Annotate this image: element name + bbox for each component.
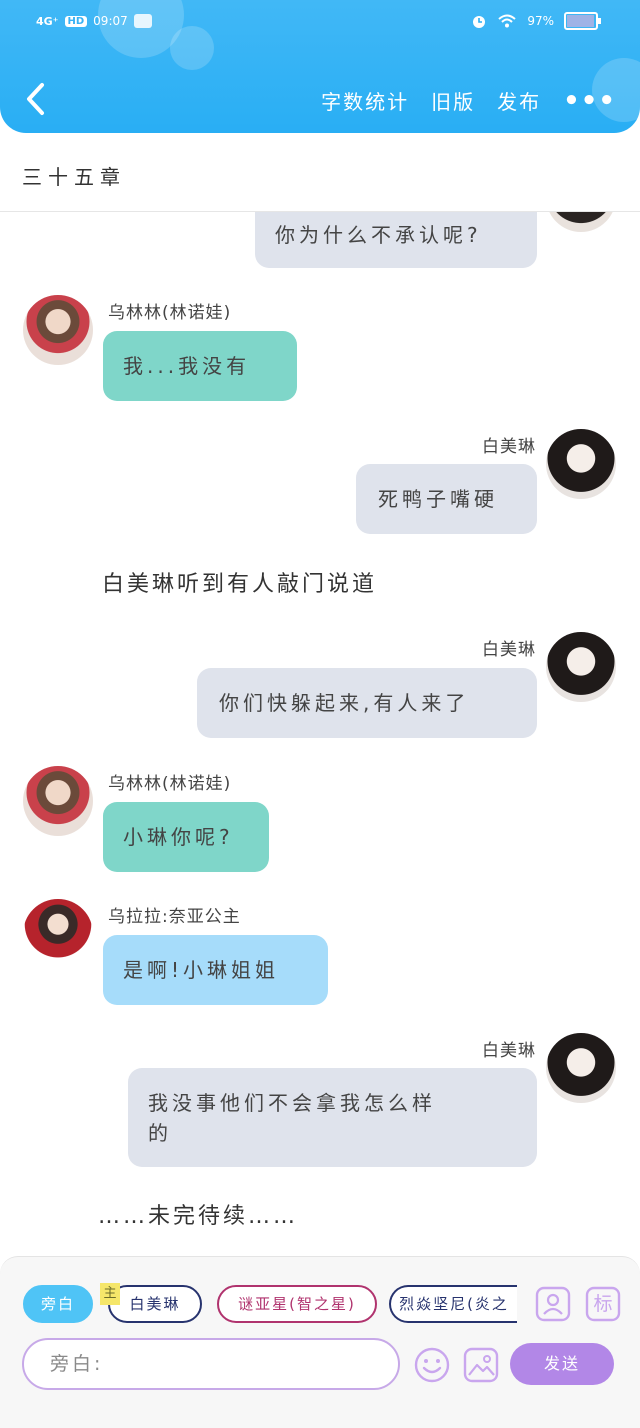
speaker-name: 白美琳 bbox=[482, 437, 536, 457]
image-button[interactable] bbox=[463, 1347, 499, 1383]
chat-bubble[interactable]: 小琳你呢? bbox=[103, 802, 269, 872]
top-app-bar: 4G⁺ HD 09:07 97% 字数统计 旧版 发布 ••• bbox=[0, 0, 640, 133]
avatar[interactable] bbox=[23, 295, 93, 365]
mark-button[interactable]: 标 bbox=[585, 1286, 621, 1322]
person-card-icon bbox=[535, 1286, 571, 1322]
speaker-name: 白美琳 bbox=[482, 640, 536, 660]
role-chip[interactable]: 谜亚星(智之星) bbox=[217, 1285, 377, 1323]
avatar[interactable] bbox=[546, 212, 616, 232]
status-bar: 4G⁺ HD 09:07 97% bbox=[0, 0, 640, 50]
publish-button[interactable]: 发布 bbox=[497, 86, 541, 115]
chat-bubble-line: 的 bbox=[148, 1121, 172, 1145]
message-input[interactable] bbox=[24, 1340, 398, 1388]
chat-bubble[interactable]: 是啊!小琳姐姐 bbox=[103, 935, 328, 1005]
battery-level bbox=[567, 15, 595, 27]
chat-bubble[interactable]: 你为什么不承认呢? bbox=[255, 212, 537, 268]
message-input-box[interactable] bbox=[22, 1338, 400, 1390]
avatar[interactable] bbox=[546, 429, 616, 499]
back-button[interactable] bbox=[22, 82, 52, 116]
chat-bubble[interactable]: 我没事他们不会拿我怎么样 的 bbox=[128, 1068, 537, 1167]
avatar[interactable] bbox=[546, 1033, 616, 1103]
chat-area[interactable]: 你为什么不承认呢? 乌林林(林诺娃) 我...我没有 白美琳 死鸭子嘴硬 白美琳… bbox=[0, 212, 640, 1256]
narration-text[interactable]: 白美琳听到有人敲门说道 bbox=[102, 566, 377, 598]
chat-bubble[interactable]: 我...我没有 bbox=[103, 331, 297, 401]
chevron-left-icon bbox=[27, 83, 44, 115]
speaker-name: 白美琳 bbox=[482, 1041, 536, 1061]
mark-label: 标 bbox=[593, 1293, 613, 1315]
main-character-tag: 主 bbox=[100, 1283, 120, 1305]
character-manage-button[interactable] bbox=[535, 1286, 571, 1322]
alarm-icon bbox=[473, 16, 486, 28]
image-icon bbox=[463, 1347, 499, 1383]
battery-percent: 97% bbox=[527, 14, 554, 28]
header-actions: 字数统计 旧版 发布 ••• bbox=[299, 86, 616, 115]
smile-icon bbox=[414, 1347, 450, 1383]
avatar[interactable] bbox=[546, 632, 616, 702]
chat-bubble[interactable]: 你们快躲起来,有人来了 bbox=[197, 668, 537, 738]
signal-indicator: 4G⁺ bbox=[36, 14, 59, 28]
avatar[interactable] bbox=[23, 766, 93, 836]
speaker-name: 乌拉拉:奈亚公主 bbox=[108, 907, 241, 927]
narration-text[interactable]: ……未完待续…… bbox=[98, 1198, 298, 1230]
battery-icon bbox=[564, 12, 601, 30]
clock: 09:07 bbox=[93, 14, 128, 28]
emoji-button[interactable] bbox=[413, 1346, 451, 1384]
chapter-bar: 三十五章 bbox=[0, 133, 640, 212]
avatar[interactable] bbox=[23, 899, 93, 969]
more-menu-button[interactable]: ••• bbox=[563, 88, 616, 114]
speaker-name: 乌林林(林诺娃) bbox=[108, 774, 232, 794]
role-chip-narrator[interactable]: 旁白 bbox=[23, 1285, 93, 1323]
speaker-name: 乌林林(林诺娃) bbox=[108, 303, 232, 323]
word-count-button[interactable]: 字数统计 bbox=[321, 86, 409, 115]
chat-bubble-line: 我没事他们不会拿我怎么样 bbox=[148, 1091, 436, 1115]
chapter-title[interactable]: 三十五章 bbox=[22, 161, 126, 190]
role-chip[interactable]: 白美琳 bbox=[108, 1285, 202, 1323]
old-version-button[interactable]: 旧版 bbox=[431, 86, 475, 115]
wifi-icon bbox=[498, 14, 516, 28]
send-button[interactable]: 发送 bbox=[510, 1343, 614, 1385]
hd-badge: HD bbox=[64, 15, 88, 27]
app-notification-icon bbox=[133, 14, 152, 28]
role-chip[interactable]: 烈焱坚尼(炎之 bbox=[389, 1285, 517, 1323]
chat-bubble[interactable]: 死鸭子嘴硬 bbox=[356, 464, 537, 534]
